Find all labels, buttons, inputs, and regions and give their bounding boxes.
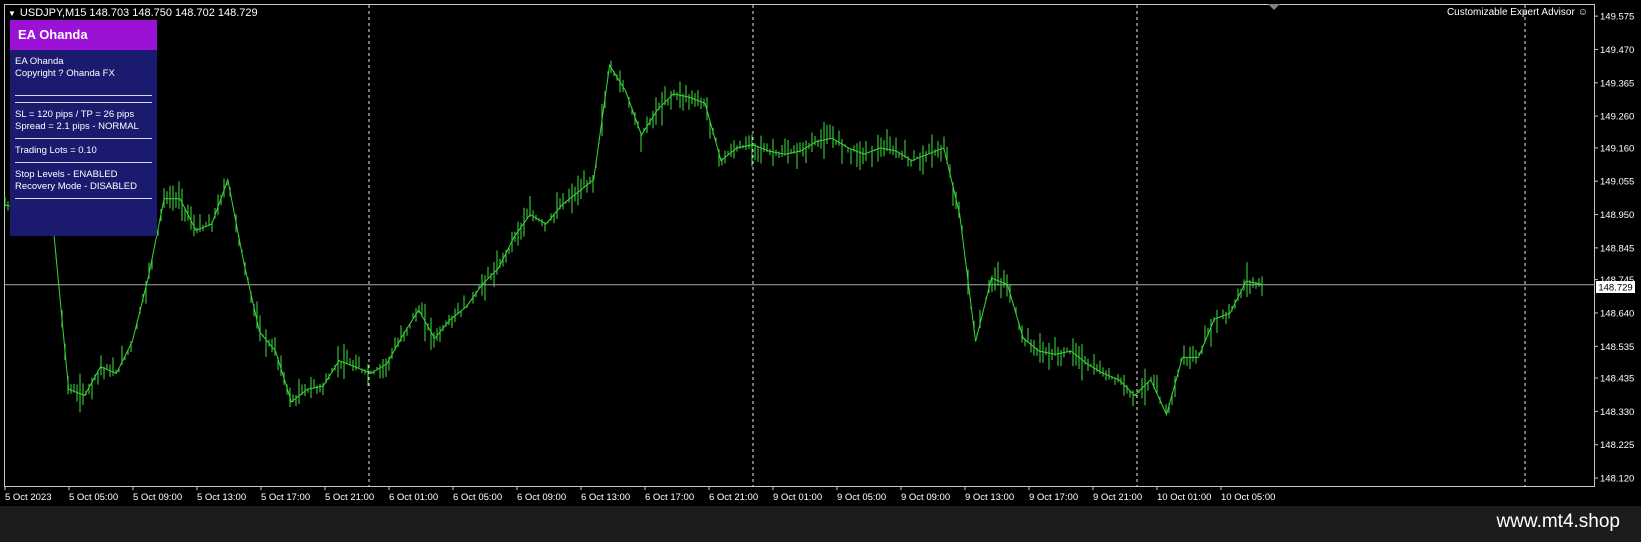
x-tick-label: 5 Oct 21:00 <box>325 492 374 503</box>
x-tick-label: 9 Oct 09:00 <box>901 492 950 503</box>
collapse-triangle-icon[interactable]: ▼ <box>8 9 16 18</box>
x-tick-label: 6 Oct 21:00 <box>709 492 758 503</box>
divider <box>15 102 152 103</box>
day-separators <box>368 5 1526 486</box>
y-tick-label: 148.950 <box>1600 210 1634 221</box>
y-tick-label: 149.575 <box>1600 12 1634 23</box>
symbol-bar: ▼ USDJPY,M15 148.703 148.750 148.702 148.… <box>8 6 258 20</box>
x-tick-label: 9 Oct 13:00 <box>965 492 1014 503</box>
x-tick-label: 6 Oct 09:00 <box>517 492 566 503</box>
ea-name: EA Ohanda <box>15 56 64 67</box>
y-tick-label: 148.225 <box>1600 440 1634 451</box>
time-axis[interactable]: 5 Oct 2023 5 Oct 05:00 5 Oct 09:00 5 Oct 13… <box>4 486 1275 503</box>
y-tick-label: 148.120 <box>1600 474 1634 485</box>
ea-copyright: Copyright ? Ohanda FX <box>15 68 115 79</box>
x-tick-label: 9 Oct 21:00 <box>1093 492 1142 503</box>
ea-sl-tp: SL = 120 pips / TP = 26 pips <box>15 109 135 120</box>
price-axis[interactable]: 149.575 149.470 149.365 149.260 149.160 149.0… <box>1594 12 1634 485</box>
watermark-bar: www.mt4.shop <box>0 506 1641 542</box>
divider <box>15 138 152 139</box>
x-tick-label: 5 Oct 13:00 <box>197 492 246 503</box>
ea-lots: Trading Lots = 0.10 <box>15 145 97 156</box>
x-tick-label: 9 Oct 01:00 <box>773 492 822 503</box>
x-tick-label: 10 Oct 05:00 <box>1221 492 1275 503</box>
watermark-text: www.mt4.shop <box>1496 511 1620 532</box>
advisor-label: Customizable Expert Advisor <box>1446 7 1575 18</box>
ea-recovery-mode: Recovery Mode - DISABLED <box>15 181 137 192</box>
divider <box>15 95 152 96</box>
ea-spread: Spread = 2.1 pips - NORMAL <box>15 121 139 132</box>
current-price-label: 148.729 <box>1598 283 1632 294</box>
y-tick-label: 148.435 <box>1600 374 1634 385</box>
x-tick-label: 6 Oct 13:00 <box>581 492 630 503</box>
y-tick-label: 148.845 <box>1600 243 1634 254</box>
shift-marker-icon[interactable] <box>1268 4 1280 10</box>
plot-frame <box>4 4 1595 487</box>
divider <box>15 198 152 199</box>
ea-info-panel: EA Ohanda EA Ohanda Copyright ? Ohanda F… <box>10 20 157 236</box>
x-tick-label: 6 Oct 01:00 <box>389 492 438 503</box>
x-tick-label: 5 Oct 05:00 <box>69 492 118 503</box>
ea-panel-title: EA Ohanda <box>10 20 157 50</box>
x-tick-label: 5 Oct 2023 <box>5 492 51 503</box>
y-tick-label: 149.260 <box>1600 112 1634 123</box>
y-tick-label: 149.160 <box>1600 143 1634 154</box>
price-chart[interactable]: 149.575 149.470 149.365 149.260 149.160 149.0… <box>0 0 1641 506</box>
x-tick-label: 5 Oct 17:00 <box>261 492 310 503</box>
x-tick-label: 10 Oct 01:00 <box>1157 492 1211 503</box>
x-tick-label: 5 Oct 09:00 <box>133 492 182 503</box>
divider <box>15 162 152 163</box>
y-tick-label: 148.535 <box>1600 342 1634 353</box>
smiley-icon: ☺ <box>1577 7 1588 18</box>
y-tick-label: 148.330 <box>1600 407 1634 418</box>
y-tick-label: 149.055 <box>1600 177 1634 188</box>
x-tick-label: 9 Oct 17:00 <box>1029 492 1078 503</box>
y-tick-label: 148.640 <box>1600 308 1634 319</box>
x-tick-label: 6 Oct 05:00 <box>453 492 502 503</box>
ea-stop-levels: Stop Levels - ENABLED <box>15 169 118 180</box>
y-tick-label: 149.470 <box>1600 45 1634 56</box>
symbol-quote: USDJPY,M15 148.703 148.750 148.702 148.7… <box>19 7 258 19</box>
x-tick-label: 6 Oct 17:00 <box>645 492 694 503</box>
x-tick-label: 9 Oct 05:00 <box>837 492 886 503</box>
expert-advisor-status[interactable]: Customizable Expert Advisor ☺ <box>1447 7 1588 18</box>
y-tick-label: 149.365 <box>1600 78 1634 89</box>
